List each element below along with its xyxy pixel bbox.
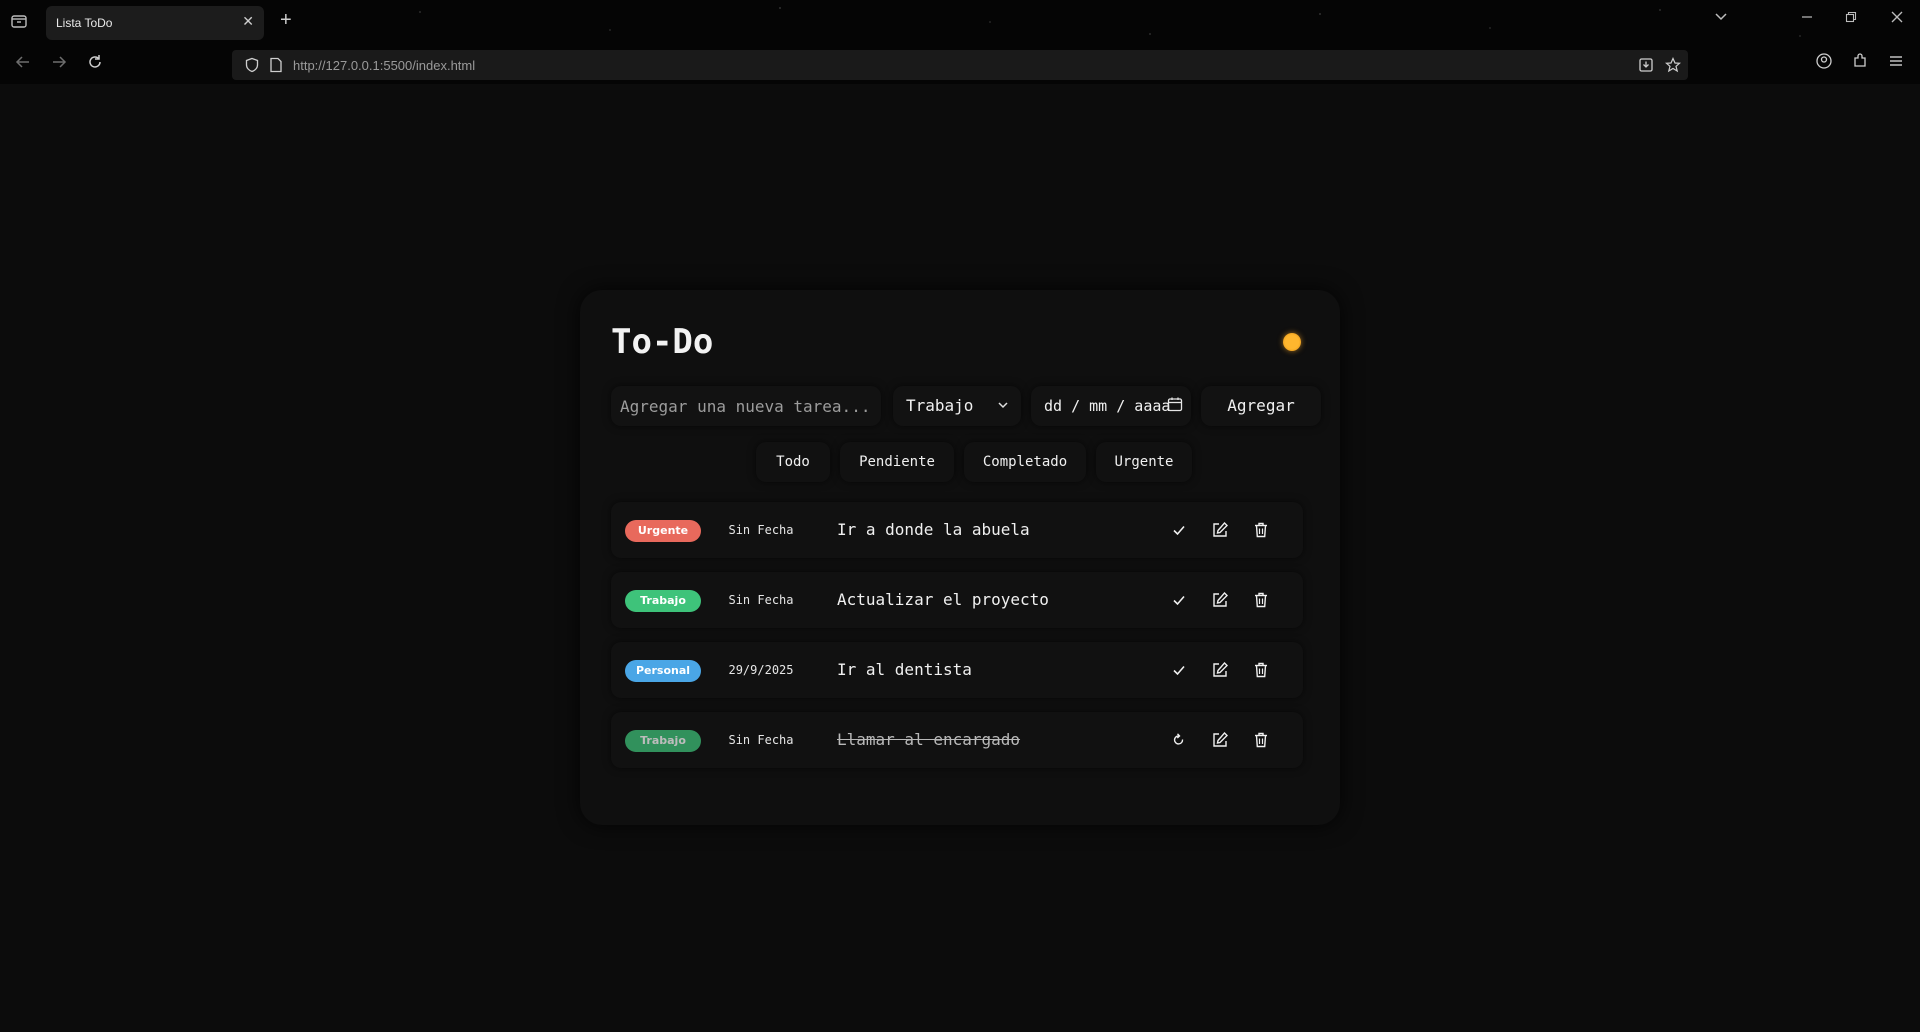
trash-icon[interactable] [1250,519,1272,541]
filter-todo-button[interactable]: Todo [756,442,830,482]
new-tab-icon[interactable]: + [280,9,292,32]
task-input[interactable] [611,386,881,426]
save-to-pocket-icon[interactable] [1638,57,1654,78]
address-bar[interactable]: http://127.0.0.1:5500/index.html [232,50,1688,80]
task-item: Personal 29/9/2025 Ir al dentista [611,642,1303,698]
edit-icon[interactable] [1209,729,1231,751]
edit-icon[interactable] [1209,589,1231,611]
reload-icon[interactable] [86,53,104,76]
browser-tabbar: Lista ToDo ✕ + [0,0,1920,44]
restore-icon[interactable] [1844,10,1858,27]
task-date: 29/9/2025 [728,663,794,677]
trash-icon[interactable] [1250,589,1272,611]
task-item: Trabajo Sin Fecha Llamar al encargado [611,712,1303,768]
trash-icon[interactable] [1250,729,1272,751]
menu-icon[interactable] [1887,52,1905,75]
category-badge: Trabajo [625,730,701,752]
filter-urgente-button[interactable]: Urgente [1096,442,1192,482]
date-input[interactable]: dd / mm / aaaa [1031,386,1191,426]
sun-icon[interactable] [1283,333,1301,351]
calendar-icon[interactable] [1167,396,1183,417]
bookmark-star-icon[interactable] [1664,57,1682,78]
check-icon[interactable] [1168,519,1190,541]
tab-close-icon[interactable]: ✕ [242,13,254,30]
trash-icon[interactable] [1250,659,1272,681]
task-text: Ir a donde la abuela [837,520,1030,539]
category-badge: Trabajo [625,590,701,612]
chevron-down-icon [997,398,1009,416]
task-text: Actualizar el proyecto [837,590,1049,609]
page-title: To-Do [611,322,714,362]
category-select[interactable]: Trabajo [893,386,1021,426]
extensions-icon[interactable] [1851,52,1869,75]
task-date: Sin Fecha [728,733,794,747]
task-date: Sin Fecha [728,593,794,607]
date-placeholder: dd / mm / aaaa [1044,397,1171,415]
task-item: Urgente Sin Fecha Ir a donde la abuela [611,502,1303,558]
forward-icon[interactable] [50,53,68,76]
filter-pendiente-button[interactable]: Pendiente [840,442,954,482]
tab-title: Lista ToDo [56,16,113,30]
page-icon [269,57,283,78]
close-window-icon[interactable] [1890,10,1904,27]
task-text: Ir al dentista [837,660,972,679]
edit-icon[interactable] [1209,659,1231,681]
url-text[interactable]: http://127.0.0.1:5500/index.html [293,58,475,73]
browser-navbar: http://127.0.0.1:5500/index.html [0,44,1920,84]
category-badge: Urgente [625,520,701,542]
check-icon[interactable] [1168,659,1190,681]
check-icon[interactable] [1168,589,1190,611]
task-date: Sin Fecha [728,523,794,537]
add-task-button[interactable]: Agregar [1201,386,1321,426]
minimize-icon[interactable] [1800,10,1814,27]
task-text: Llamar al encargado [837,730,1021,749]
tab-list-icon[interactable] [10,12,30,32]
undo-icon[interactable] [1168,729,1190,751]
browser-tab[interactable]: Lista ToDo ✕ [46,6,264,40]
account-icon[interactable] [1815,52,1833,75]
filter-completado-button[interactable]: Completado [964,442,1086,482]
tab-overflow-chevron-icon[interactable] [1714,10,1728,27]
back-icon[interactable] [14,53,32,76]
shield-icon[interactable] [244,57,260,78]
category-selected-value: Trabajo [906,396,974,415]
category-badge: Personal [625,660,701,682]
task-item: Trabajo Sin Fecha Actualizar el proyecto [611,572,1303,628]
edit-icon[interactable] [1209,519,1231,541]
todo-card: To-Do Trabajo dd / mm / aaaa Agregar Tod… [580,290,1340,825]
